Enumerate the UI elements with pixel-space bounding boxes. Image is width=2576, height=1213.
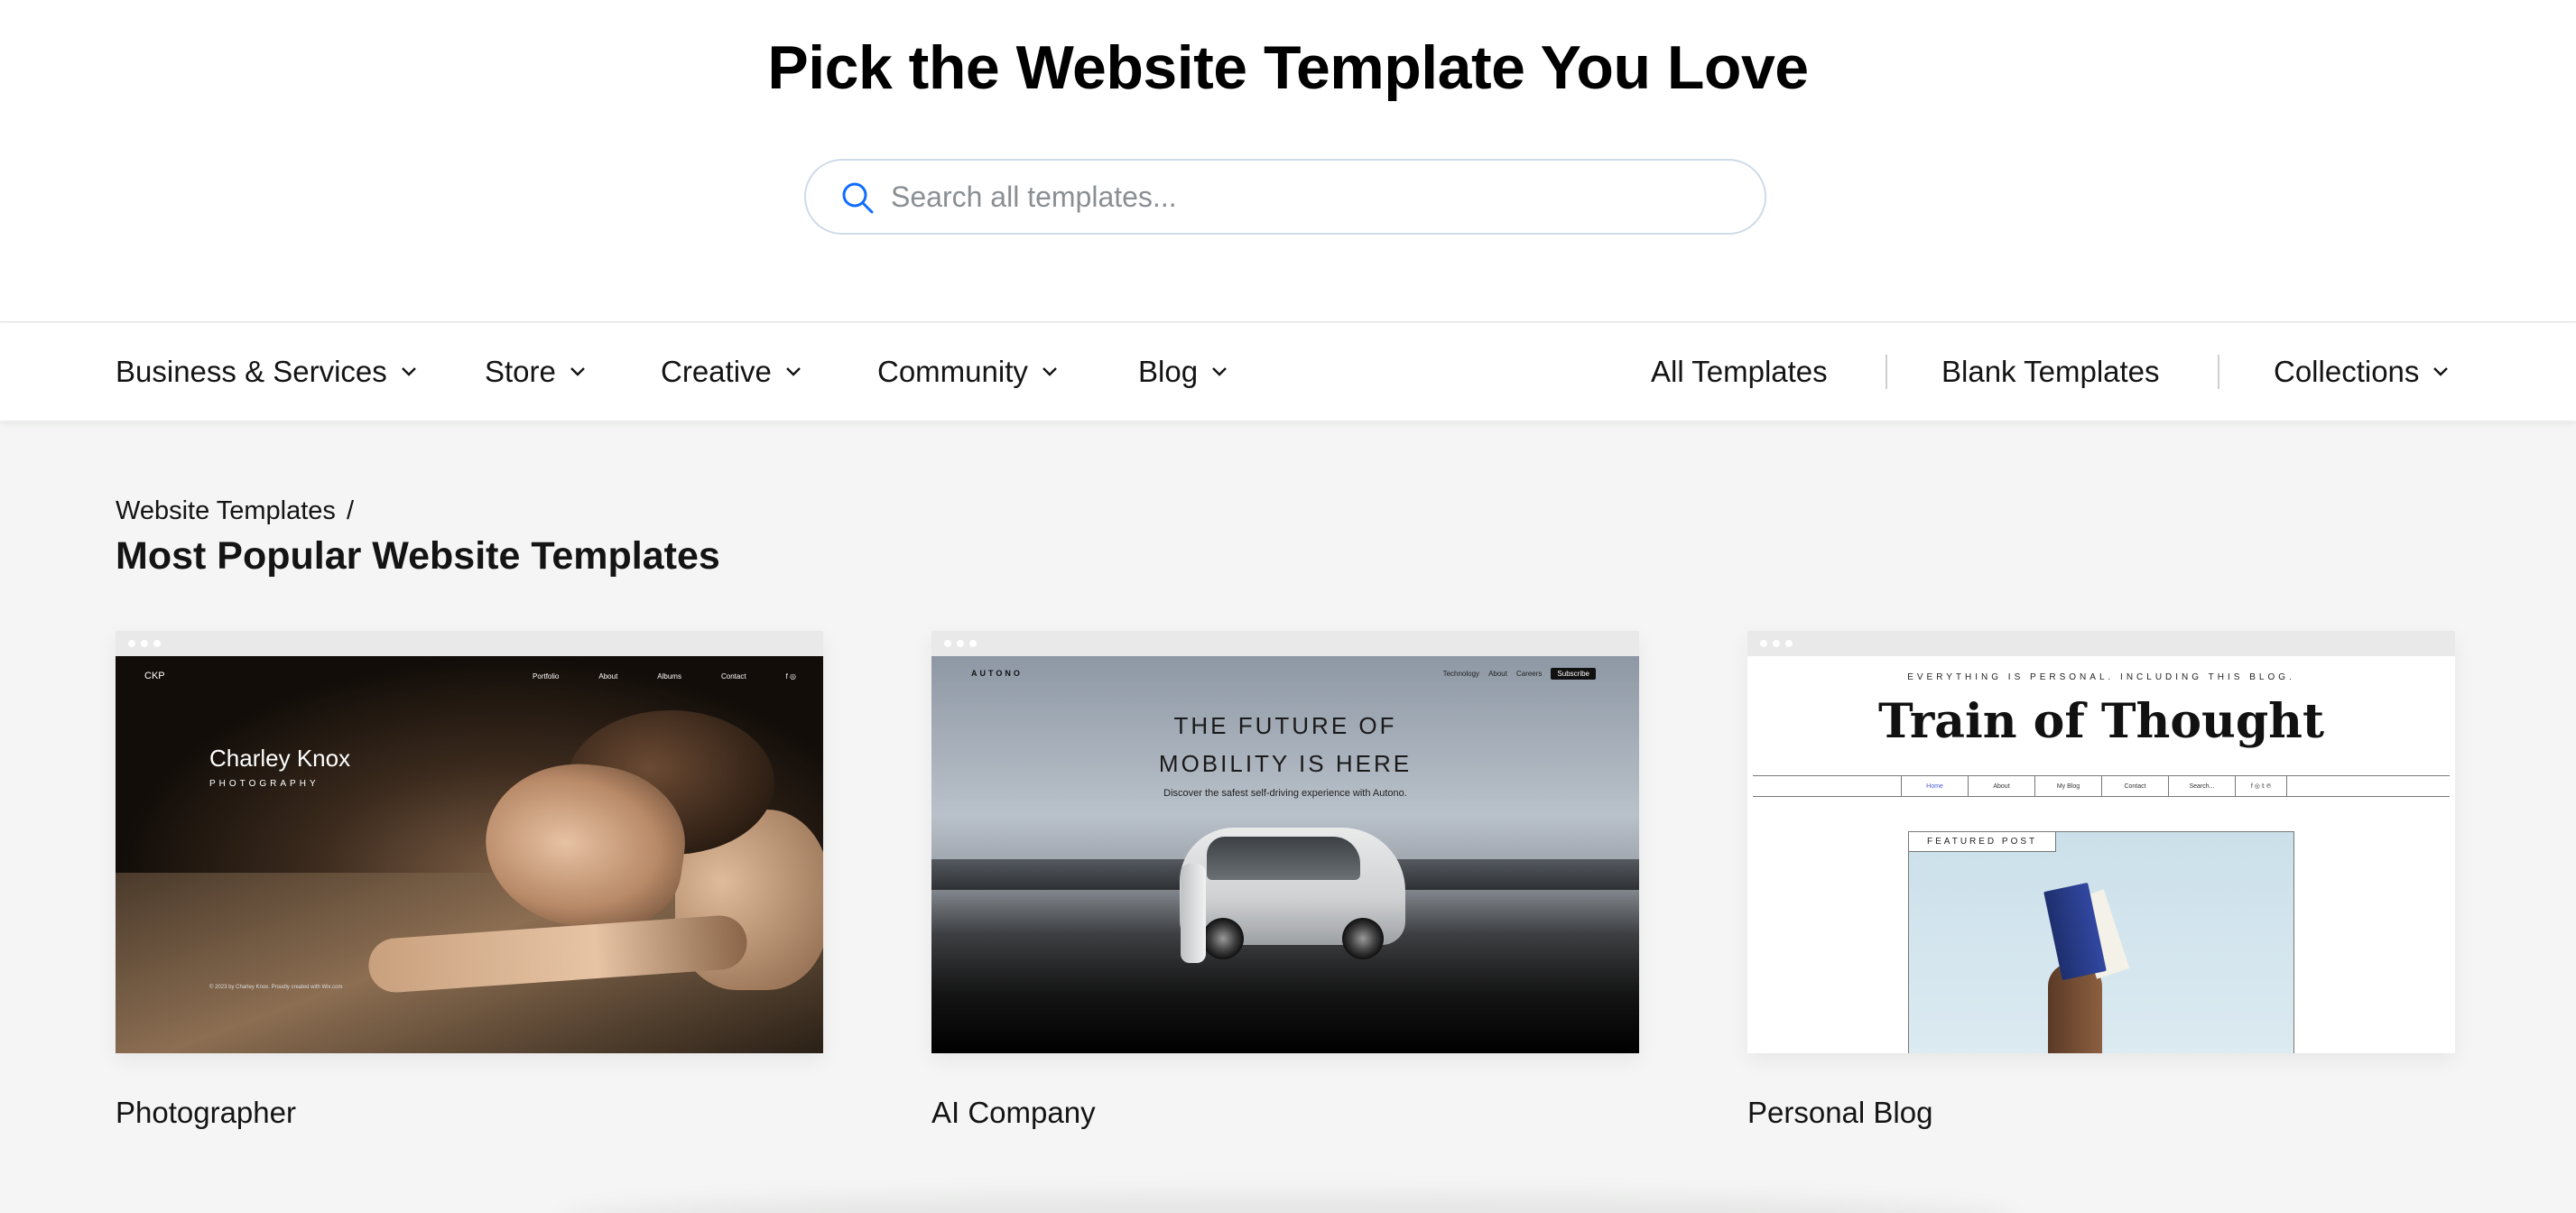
chevron-down-icon: [1042, 367, 1057, 376]
window-dot: [944, 640, 951, 647]
search-bar[interactable]: [804, 159, 1766, 235]
preview-tagline: EVERYTHING IS PERSONAL. INCLUDING THIS B…: [1907, 672, 2295, 682]
nav-business-services[interactable]: Business & Services: [116, 354, 418, 390]
template-name[interactable]: AI Company: [931, 1096, 1096, 1130]
preview-nav-item: Technology: [1442, 670, 1480, 678]
nav-community[interactable]: Community: [877, 354, 1059, 390]
preview-headline: THE FUTURE OF MOBILITY IS HERE: [1158, 712, 1413, 777]
preview-menu-item: My Blog: [2034, 775, 2101, 797]
preview-nav-item: Portfolio: [533, 672, 560, 681]
category-nav: Business & Services Store Creative Commu…: [0, 323, 2576, 421]
preview-featured-label: FEATURED POST: [1908, 831, 2057, 852]
preview-social-icons: f ◎ 𝕥 ℗: [2235, 775, 2287, 797]
nav-store[interactable]: Store: [485, 354, 587, 390]
template-card-personal-blog[interactable]: EVERYTHING IS PERSONAL. INCLUDING THIS B…: [1747, 631, 2455, 1053]
search-input[interactable]: [891, 161, 1739, 233]
nav-label: Collections: [2274, 355, 2420, 388]
preview-nav: Technology About Careers Subscribe: [1443, 668, 1596, 680]
preview-nav-item: About: [1488, 670, 1507, 678]
preview-nav-item: Albums: [657, 672, 681, 681]
window-dot: [1785, 640, 1793, 647]
browser-bar: [931, 631, 1639, 656]
nav-label: All Templates: [1651, 355, 1828, 388]
nav-creative[interactable]: Creative: [661, 354, 802, 390]
preview-menu: Home About My Blog Contact Search... f ◎…: [1901, 775, 2287, 797]
preview-nav-item: Careers: [1515, 670, 1543, 678]
hero-header: Pick the Website Template You Love: [0, 0, 2576, 322]
preview-logo: CKP: [144, 671, 165, 681]
template-card-photographer[interactable]: CKP Portfolio About Albums Contact f ◎ C…: [116, 631, 823, 1053]
template-preview[interactable]: CKP Portfolio About Albums Contact f ◎ C…: [116, 656, 823, 1053]
preview-title: Train of Thought: [1878, 694, 2324, 749]
window-dot: [153, 640, 161, 647]
chevron-down-icon: [2433, 367, 2449, 376]
nav-label: Store: [485, 355, 556, 388]
preview-menu-item: About: [1968, 775, 2034, 797]
preview-menu-item: Home: [1901, 775, 1968, 797]
window-dot: [1773, 640, 1780, 647]
preview-subtitle: PHOTOGRAPHY: [209, 779, 320, 789]
preview-charger: [1181, 864, 1206, 963]
nav-label: Business & Services: [116, 355, 387, 388]
preview-logo: AUTONO: [971, 669, 1023, 678]
window-dot: [128, 640, 135, 647]
preview-menu-item: Search...: [2168, 775, 2235, 797]
preview-wheel: [1202, 918, 1244, 959]
browser-bar: [116, 631, 823, 656]
breadcrumb-website-templates[interactable]: Website Templates: [116, 496, 336, 526]
template-card-ai-company[interactable]: AUTONO Technology About Careers Subscrib…: [931, 631, 1639, 1053]
chevron-down-icon: [786, 367, 801, 376]
breadcrumb-separator: /: [346, 496, 354, 525]
preview-tagline: Discover the safest self-driving experie…: [1163, 788, 1407, 799]
nav-label: Creative: [661, 355, 772, 388]
preview-nav-item: About: [598, 672, 618, 681]
nav-label: Blank Templates: [1941, 355, 2160, 388]
next-row-shadow: [560, 1193, 2016, 1213]
template-preview[interactable]: EVERYTHING IS PERSONAL. INCLUDING THIS B…: [1747, 656, 2455, 1053]
window-dot: [969, 640, 977, 647]
preview-social-icons: f ◎: [785, 672, 796, 681]
search-icon: [842, 182, 874, 214]
window-dot: [957, 640, 964, 647]
nav-blank-templates[interactable]: Blank Templates: [1941, 354, 2160, 390]
chevron-down-icon: [1212, 367, 1227, 376]
preview-car-window: [1207, 837, 1360, 880]
preview-menu-item: Contact: [2101, 775, 2168, 797]
nav-blog[interactable]: Blog: [1138, 354, 1228, 390]
nav-all-templates[interactable]: All Templates: [1651, 354, 1828, 390]
nav-divider: [1886, 355, 1887, 389]
chevron-down-icon: [570, 367, 585, 376]
template-preview[interactable]: AUTONO Technology About Careers Subscrib…: [931, 656, 1639, 1053]
preview-name: Charley Knox: [209, 745, 351, 772]
template-name[interactable]: Photographer: [116, 1096, 296, 1130]
page-heading: Pick the Website Template You Love: [767, 33, 1809, 102]
nav-collections[interactable]: Collections: [2274, 354, 2450, 390]
browser-bar: [1747, 631, 2455, 656]
chevron-down-icon: [401, 367, 416, 376]
preview-nav: Portfolio About Albums Contact f ◎: [533, 672, 796, 681]
preview-footer: © 2023 by Charley Knox. Proudly created …: [209, 985, 343, 990]
window-dot: [141, 640, 148, 647]
window-dot: [1760, 640, 1767, 647]
template-name[interactable]: Personal Blog: [1747, 1096, 1932, 1130]
nav-label: Blog: [1138, 355, 1199, 388]
preview-wheel: [1342, 918, 1384, 959]
preview-nav-item: Contact: [720, 672, 746, 681]
nav-label: Community: [877, 355, 1028, 388]
preview-subscribe-button: Subscribe: [1551, 668, 1596, 680]
nav-divider: [2218, 355, 2219, 389]
section-title: Most Popular Website Templates: [116, 534, 720, 578]
breadcrumb: Website Templates /: [116, 496, 354, 526]
